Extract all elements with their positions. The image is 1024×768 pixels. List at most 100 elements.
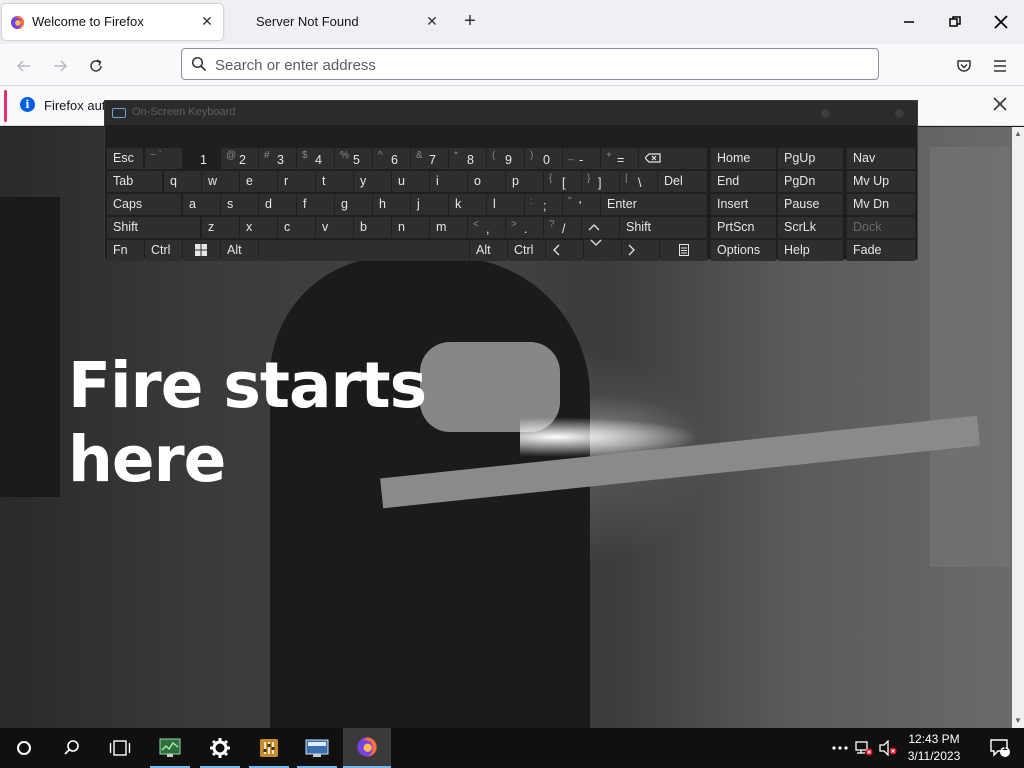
- key-move-down[interactable]: Mv Dn: [847, 194, 915, 215]
- key-1[interactable]: ~ ` 1: [145, 148, 207, 169]
- task-view-button[interactable]: [96, 728, 144, 768]
- key-k[interactable]: k: [449, 194, 486, 215]
- key-shift-left[interactable]: Shift: [107, 217, 200, 238]
- key-slash[interactable]: ? /: [544, 217, 581, 238]
- key-prtscn[interactable]: PrtScn: [711, 217, 776, 238]
- key-arrow-up[interactable]: [582, 217, 619, 238]
- key-minus[interactable]: _ -: [563, 148, 600, 169]
- clock[interactable]: 12:43 PM 3/11/2023: [900, 731, 968, 765]
- key-end[interactable]: End: [711, 171, 776, 192]
- key-c[interactable]: c: [278, 217, 315, 238]
- action-center-button[interactable]: 1: [976, 728, 1024, 768]
- key-z[interactable]: z: [202, 217, 239, 238]
- key-a[interactable]: a: [183, 194, 220, 215]
- key-p[interactable]: p: [506, 171, 543, 192]
- key-shift-right[interactable]: Shift: [620, 217, 707, 238]
- new-tab-plus-icon[interactable]: +: [458, 10, 482, 34]
- back-button[interactable]: [10, 52, 38, 80]
- key-arrow-down[interactable]: [584, 239, 621, 261]
- key-nav[interactable]: Nav: [847, 148, 915, 169]
- key-options[interactable]: Options: [711, 240, 776, 261]
- reload-button[interactable]: [82, 52, 110, 80]
- key-pgdn[interactable]: PgDn: [778, 171, 843, 192]
- key-help[interactable]: Help: [778, 240, 843, 261]
- key-fn[interactable]: Fn: [107, 240, 144, 261]
- key-arrow-right[interactable]: [622, 240, 659, 261]
- menu-button[interactable]: [986, 52, 1014, 80]
- key-3[interactable]: #3: [259, 148, 296, 169]
- key-enter[interactable]: Enter: [601, 194, 707, 215]
- key-4[interactable]: $4: [297, 148, 334, 169]
- minimize-button[interactable]: [886, 0, 932, 44]
- key-equal[interactable]: + =: [601, 148, 638, 169]
- key-alt-right[interactable]: Alt: [470, 240, 507, 261]
- key-comma[interactable]: <,: [468, 217, 505, 238]
- taskbar-app-task-manager[interactable]: [146, 728, 194, 768]
- start-button[interactable]: [0, 728, 48, 768]
- pocket-button[interactable]: [950, 52, 978, 80]
- key-quote[interactable]: " ': [563, 194, 600, 215]
- key-o[interactable]: o: [468, 171, 505, 192]
- key-tab[interactable]: Tab: [107, 171, 162, 192]
- key-2[interactable]: @2: [221, 148, 258, 169]
- key-backslash[interactable]: | \: [620, 171, 657, 192]
- search-button[interactable]: [48, 728, 96, 768]
- key-backspace[interactable]: [639, 148, 707, 169]
- key-0[interactable]: ) 0: [525, 148, 562, 169]
- key-y[interactable]: y: [354, 171, 391, 192]
- key-5[interactable]: % 5: [335, 148, 372, 169]
- key-w[interactable]: w: [202, 171, 239, 192]
- key-fade[interactable]: Fade: [847, 240, 915, 261]
- key-u[interactable]: u: [392, 171, 429, 192]
- key-dock[interactable]: Dock: [847, 217, 915, 238]
- key-move-up[interactable]: Mv Up: [847, 171, 915, 192]
- forward-button[interactable]: [46, 52, 74, 80]
- notification-close-button[interactable]: [990, 94, 1010, 114]
- key-left-bracket[interactable]: {[: [544, 171, 581, 192]
- key-semicolon[interactable]: :;: [525, 194, 562, 215]
- key-l[interactable]: l: [487, 194, 524, 215]
- key-ctrl-left[interactable]: Ctrl: [145, 240, 182, 261]
- close-window-button[interactable]: [978, 0, 1024, 44]
- address-bar[interactable]: Search or enter address: [181, 48, 879, 80]
- key-insert[interactable]: Insert: [711, 194, 776, 215]
- keyboard-title-bar[interactable]: On-Screen Keyboard: [105, 101, 917, 125]
- network-status-button[interactable]: [852, 728, 876, 768]
- key-h[interactable]: h: [373, 194, 410, 215]
- key-x[interactable]: x: [240, 217, 277, 238]
- key-b[interactable]: b: [354, 217, 391, 238]
- key-menu[interactable]: [660, 240, 707, 261]
- key-m[interactable]: m: [430, 217, 467, 238]
- on-screen-keyboard[interactable]: On-Screen Keyboard Esc ~ ` 1 @2 #3 $4 % 5 …: [104, 100, 918, 261]
- taskbar-app-control-panel[interactable]: [245, 728, 293, 768]
- minimize-keyboard-icon[interactable]: [821, 109, 830, 118]
- key-alt-left[interactable]: Alt: [221, 240, 258, 261]
- key-7[interactable]: & 7: [411, 148, 448, 169]
- key-g[interactable]: g: [335, 194, 372, 215]
- close-tab-icon[interactable]: ✕: [199, 13, 215, 29]
- key-q[interactable]: q: [164, 171, 201, 192]
- key-pgup[interactable]: PgUp: [778, 148, 843, 169]
- close-tab-icon[interactable]: ✕: [424, 13, 440, 29]
- key-windows[interactable]: [183, 240, 220, 261]
- key-del[interactable]: Del: [658, 171, 707, 192]
- key-v[interactable]: v: [316, 217, 353, 238]
- taskbar-app-remote-desktop[interactable]: [293, 728, 341, 768]
- tab-welcome-to-firefox[interactable]: Welcome to Firefox ✕: [2, 4, 223, 40]
- key-j[interactable]: j: [411, 194, 448, 215]
- restore-button[interactable]: [932, 0, 978, 44]
- key-caps[interactable]: Caps: [107, 194, 181, 215]
- key-8[interactable]: * 8: [449, 148, 486, 169]
- key-6[interactable]: ^ 6: [373, 148, 410, 169]
- key-t[interactable]: t: [316, 171, 353, 192]
- tab-server-not-found[interactable]: Server Not Found ✕: [226, 4, 448, 40]
- volume-button[interactable]: [876, 728, 900, 768]
- key-space[interactable]: [259, 240, 469, 261]
- key-i[interactable]: i: [430, 171, 467, 192]
- page-scrollbar[interactable]: ▲ ▼: [1012, 127, 1024, 728]
- close-keyboard-icon[interactable]: [895, 109, 904, 118]
- key-ctrl-right[interactable]: Ctrl: [508, 240, 545, 261]
- key-n[interactable]: n: [392, 217, 429, 238]
- key-scrlk[interactable]: ScrLk: [778, 217, 843, 238]
- key-s[interactable]: s: [221, 194, 258, 215]
